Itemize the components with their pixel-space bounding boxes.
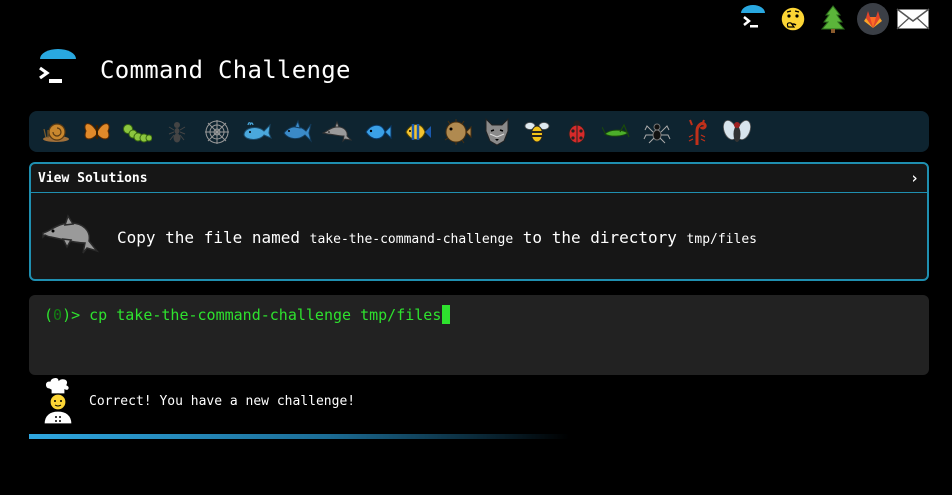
gitlab-icon[interactable] xyxy=(856,2,890,36)
prompt-close: )> xyxy=(62,305,90,324)
terminal-input-area[interactable]: (0)> cp take-the-command-challenge tmp/f… xyxy=(29,295,929,375)
blowfish-icon[interactable] xyxy=(437,112,477,152)
command-challenge-logo-icon[interactable] xyxy=(36,48,80,92)
chef-icon xyxy=(43,377,73,425)
prompt-exit-code: 0 xyxy=(53,305,63,324)
bee-icon[interactable] xyxy=(517,112,557,152)
fly-icon[interactable] xyxy=(717,112,757,152)
dolphin-icon xyxy=(42,214,99,254)
fish-icon[interactable] xyxy=(357,112,397,152)
terminal-command[interactable]: cp take-the-command-challenge tmp/files xyxy=(89,306,441,324)
ladybug-icon[interactable] xyxy=(557,112,597,152)
page-title: Command Challenge xyxy=(100,56,351,84)
view-solutions-label: View Solutions xyxy=(38,170,148,186)
prompt-open: ( xyxy=(44,305,54,324)
feedback-text: Correct! You have a new challenge! xyxy=(89,393,356,409)
envelope-icon[interactable] xyxy=(896,2,930,36)
caterpillar-icon[interactable] xyxy=(117,112,157,152)
thinking-face-icon[interactable] xyxy=(776,2,810,36)
top-icon-bar xyxy=(736,2,930,36)
challenge-text-before: Copy the file named xyxy=(117,227,310,247)
terminal-command-line[interactable]: (0)> cp take-the-command-challenge tmp/f… xyxy=(44,305,929,324)
butterfly-icon[interactable] xyxy=(77,112,117,152)
tropical-fish-icon[interactable] xyxy=(397,112,437,152)
wolf-icon[interactable] xyxy=(477,112,517,152)
shark-icon[interactable] xyxy=(277,112,317,152)
challenge-body: Copy the file named take-the-command-cha… xyxy=(31,193,927,281)
snail-icon[interactable] xyxy=(37,112,77,152)
challenge-text-middle: to the directory xyxy=(513,227,687,247)
challenge-file-name: take-the-command-challenge xyxy=(309,231,514,247)
challenge-panel: View Solutions › Copy the file named tak… xyxy=(29,162,929,281)
feedback-message-row: Correct! You have a new challenge! xyxy=(40,377,355,425)
evergreen-tree-icon[interactable] xyxy=(816,2,850,36)
ant-icon[interactable] xyxy=(157,112,197,152)
view-solutions-toggle[interactable]: View Solutions › xyxy=(31,164,927,193)
chevron-right-icon[interactable]: › xyxy=(910,169,919,187)
challenge-dir-name: tmp/files xyxy=(686,231,757,247)
terminal-logo-icon[interactable] xyxy=(736,2,770,36)
spider-icon[interactable] xyxy=(637,112,677,152)
whale-icon[interactable] xyxy=(237,112,277,152)
cricket-icon[interactable] xyxy=(597,112,637,152)
progress-bar xyxy=(29,434,929,439)
dolphin-icon[interactable] xyxy=(317,112,357,152)
scorpion-icon[interactable] xyxy=(677,112,717,152)
terminal-cursor xyxy=(442,305,451,324)
site-header: Command Challenge xyxy=(36,48,351,92)
spider-web-icon[interactable] xyxy=(197,112,237,152)
challenge-description: Copy the file named take-the-command-cha… xyxy=(117,228,757,247)
progress-fill xyxy=(29,434,569,439)
challenge-critter-bar xyxy=(29,111,929,152)
